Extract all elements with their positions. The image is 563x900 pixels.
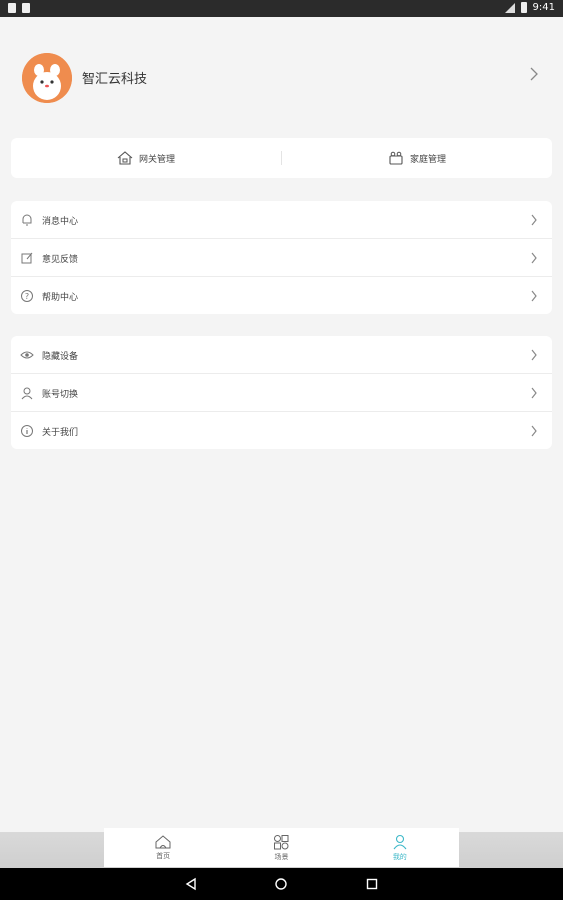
edit-icon (21, 252, 33, 264)
menu-item-label: 消息中心 (42, 217, 79, 227)
home-button-icon[interactable] (274, 877, 288, 891)
profile-icon (393, 834, 407, 849)
menu-item-label: 隐藏设备 (42, 352, 79, 362)
system-nav-bar (0, 868, 563, 900)
profile-header[interactable]: 智汇云科技 (0, 40, 563, 116)
home-icon (155, 834, 171, 848)
gateway-management-button[interactable]: 网关管理 (11, 138, 281, 178)
eye-icon (20, 351, 34, 359)
tab-label: 首页 (156, 851, 171, 860)
bottom-tab-bar: 首页 场景 我的 (104, 828, 459, 867)
tab-scene[interactable]: 场景 (222, 828, 340, 867)
gateway-management-label: 网关管理 (138, 154, 175, 165)
chevron-right-icon (531, 349, 537, 361)
menu-item-about-us[interactable]: 关于我们 (11, 412, 552, 450)
battery-icon (520, 2, 527, 13)
family-icon (389, 151, 403, 165)
help-icon: ? (21, 290, 33, 302)
back-icon[interactable] (184, 877, 198, 891)
menu-item-account-switch[interactable]: 账号切换 (11, 374, 552, 412)
chevron-right-icon[interactable] (529, 67, 539, 81)
bell-icon (22, 214, 32, 226)
menu-item-help-center[interactable]: ? 帮助中心 (11, 277, 552, 315)
notification-icon (22, 3, 30, 13)
scene-icon (274, 834, 289, 849)
family-management-button[interactable]: 家庭管理 (282, 138, 552, 178)
settings-group-1: 消息中心 意见反馈 ? 帮助中心 (11, 201, 552, 314)
menu-item-label: 帮助中心 (42, 293, 79, 303)
user-switch-icon (21, 387, 33, 400)
signal-icon (504, 2, 515, 13)
chevron-right-icon (531, 290, 537, 302)
menu-item-message-center[interactable]: 消息中心 (11, 201, 552, 239)
tab-mine[interactable]: 我的 (341, 828, 459, 867)
home-gateway-icon (117, 151, 133, 165)
info-icon (21, 425, 33, 437)
recents-icon[interactable] (365, 877, 379, 891)
avatar[interactable] (22, 53, 72, 103)
tab-label: 我的 (392, 852, 407, 861)
chevron-right-icon (531, 252, 537, 264)
quick-actions-card: 网关管理 家庭管理 (11, 138, 552, 178)
notification-icon (8, 3, 16, 13)
status-time: 9:41 (532, 2, 555, 13)
svg-text:?: ? (25, 292, 29, 301)
chevron-right-icon (531, 425, 537, 437)
chevron-right-icon (531, 387, 537, 399)
tab-home[interactable]: 首页 (104, 828, 222, 867)
menu-item-label: 关于我们 (42, 428, 79, 438)
chevron-right-icon (531, 214, 537, 226)
family-management-label: 家庭管理 (409, 154, 446, 165)
settings-group-2: 隐藏设备 账号切换 关于我们 (11, 336, 552, 449)
tab-label: 场景 (274, 852, 289, 861)
menu-item-hidden-devices[interactable]: 隐藏设备 (11, 336, 552, 374)
status-bar: 9:41 (0, 0, 563, 17)
menu-item-feedback[interactable]: 意见反馈 (11, 239, 552, 277)
profile-name: 智汇云科技 (82, 72, 148, 87)
menu-item-label: 意见反馈 (42, 255, 79, 265)
menu-item-label: 账号切换 (42, 390, 79, 400)
